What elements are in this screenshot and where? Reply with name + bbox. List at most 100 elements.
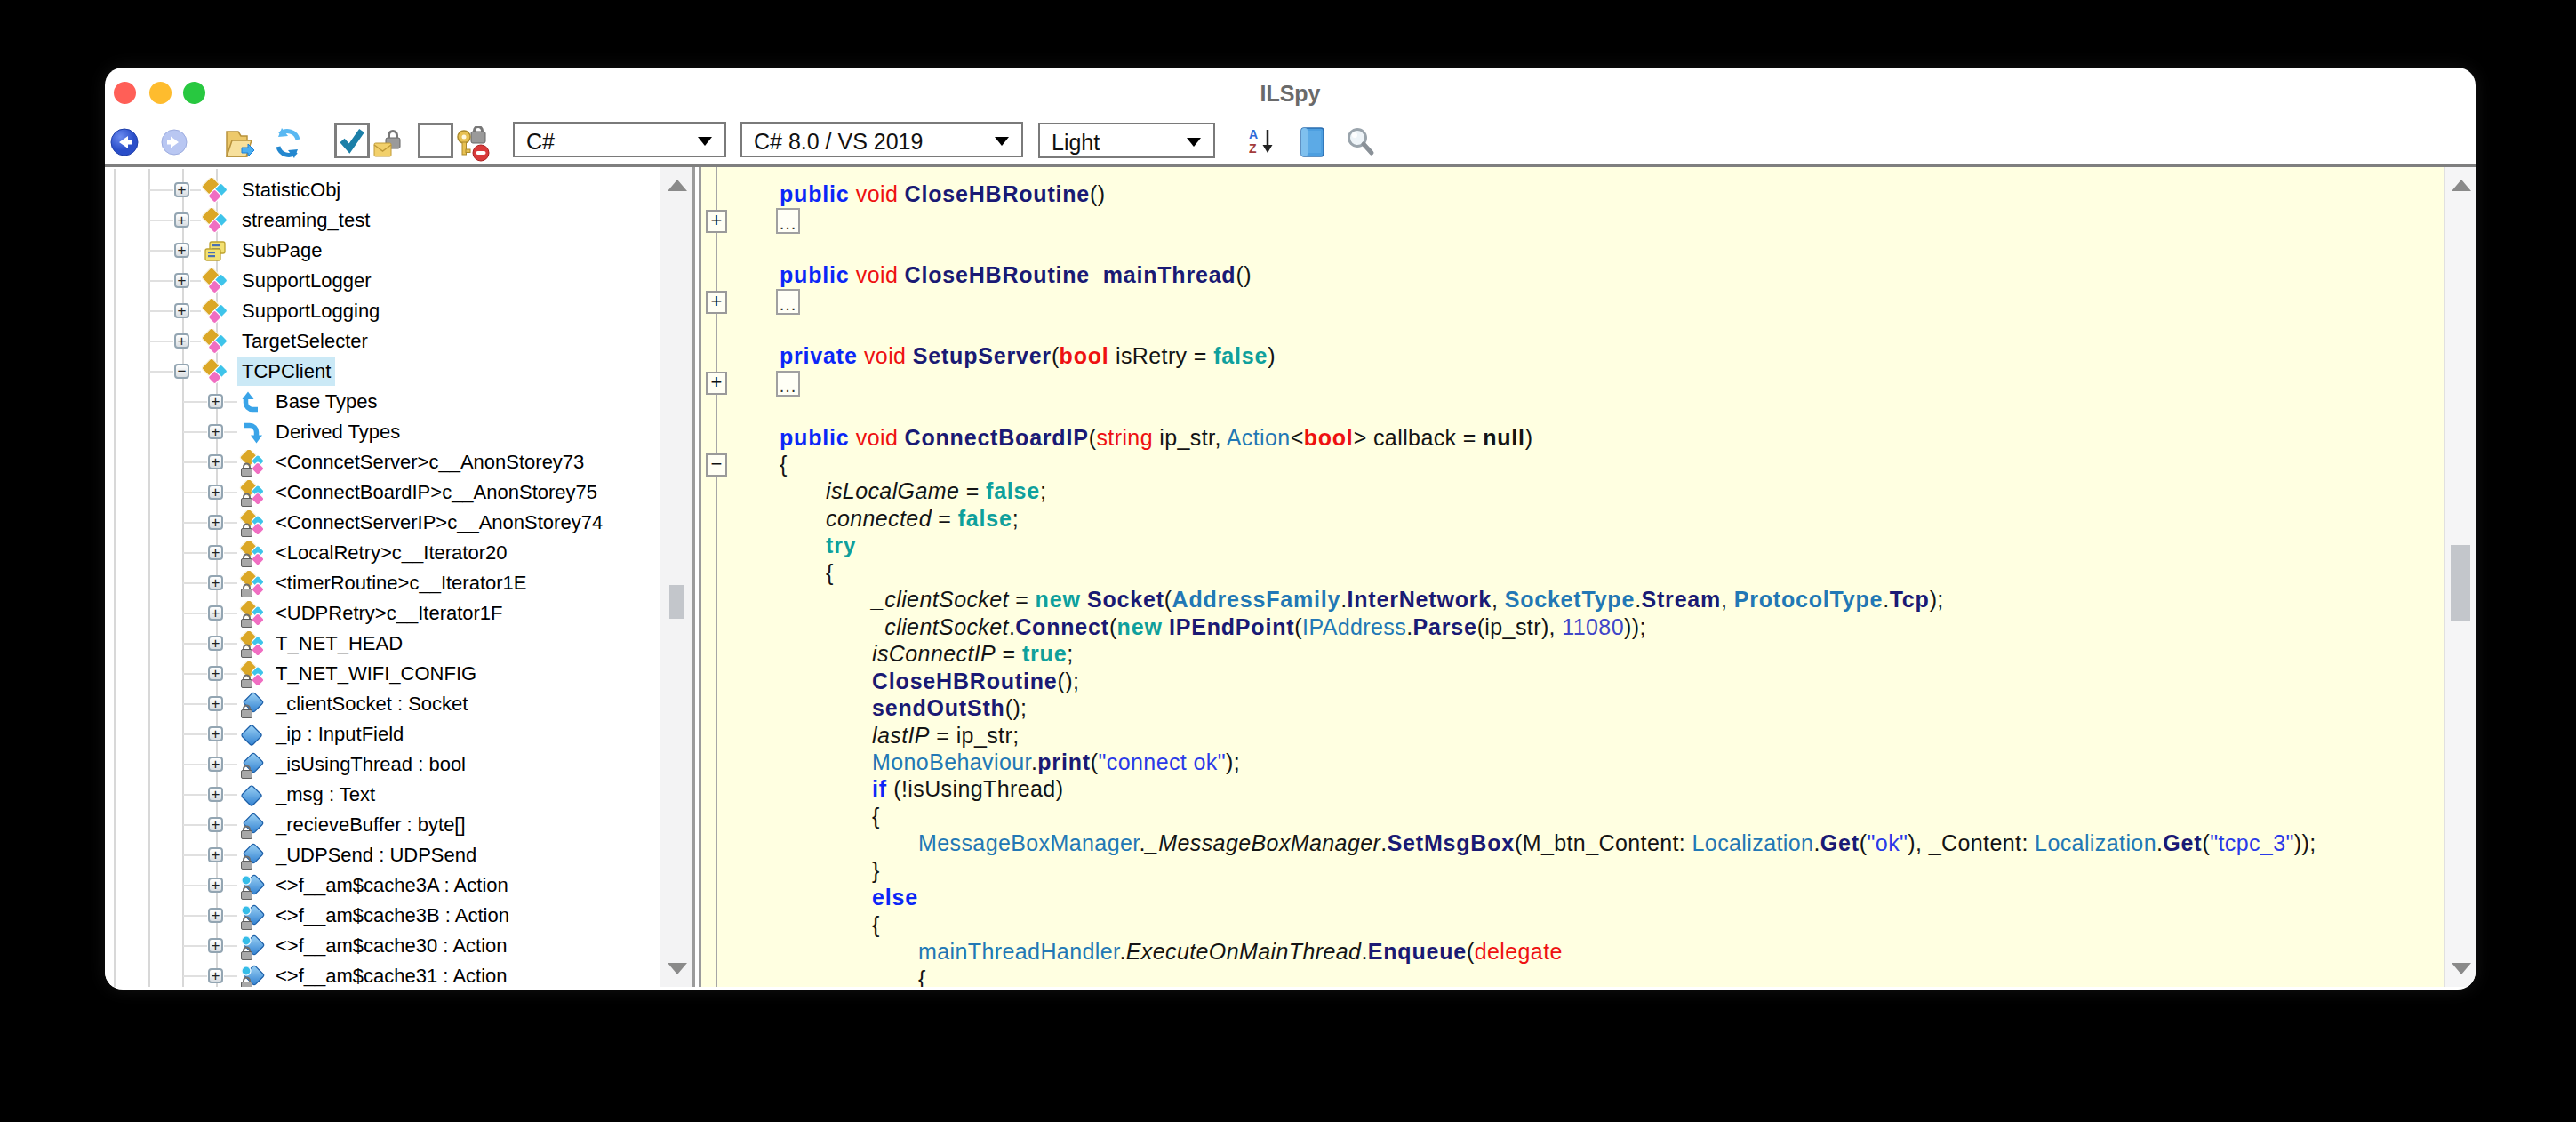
tree-item[interactable]: +SupportLogger	[105, 266, 660, 296]
tree-item-label: T_NET_HEAD	[271, 629, 407, 658]
tree-item[interactable]: −TCPClient	[105, 357, 660, 387]
tree-item[interactable]: +StatisticObj	[105, 175, 660, 205]
tree-item-label: <ConncetServer>c__AnonStorey73	[271, 447, 588, 477]
tree-expander[interactable]: +	[174, 212, 189, 228]
tree-item[interactable]: + T_NET_HEAD	[105, 629, 660, 659]
language-select[interactable]: C#	[513, 122, 726, 157]
tree-item[interactable]: +Derived Types	[105, 417, 660, 447]
tree-item[interactable]: + <ConncetServer>c__AnonStorey73	[105, 447, 660, 477]
open-folder-button[interactable]	[222, 126, 256, 160]
tree-item[interactable]: + <>f__am$cache30 : Action	[105, 931, 660, 961]
search-icon[interactable]	[1345, 126, 1378, 159]
tree-connector	[224, 824, 237, 826]
tree-expander[interactable]: +	[208, 545, 223, 560]
scroll-down-icon[interactable]	[2452, 963, 2471, 974]
tree-item[interactable]: +SubPage	[105, 236, 660, 266]
tree-expander[interactable]: +	[174, 303, 189, 318]
tree-expander[interactable]: +	[208, 394, 223, 409]
tree-item[interactable]: +<timerRoutine>c__Iterator1E	[105, 568, 660, 598]
code-scrollbar-thumb[interactable]	[2451, 545, 2470, 621]
tree-item[interactable]: + _recieveBuffer : byte[]	[105, 810, 660, 840]
field-icon	[238, 782, 265, 809]
tree-expander[interactable]: +	[208, 726, 223, 741]
field-lock-icon	[238, 752, 265, 779]
tree-item[interactable]: +<ConnectServerIP>c__AnonStorey74	[105, 508, 660, 538]
tree-item[interactable]: +_msg : Text	[105, 780, 660, 810]
class-icon	[202, 268, 228, 295]
tree-item[interactable]: +_ip : InputField	[105, 719, 660, 749]
tree-item[interactable]: +<LocalRetry>c__Iterator20	[105, 538, 660, 568]
tree-item[interactable]: +TargetSelecter	[105, 326, 660, 357]
tree-expander[interactable]: +	[208, 485, 223, 500]
tree-item-label: _recieveBuffer : byte[]	[271, 810, 470, 839]
tree-item[interactable]: +<>f__am$cache3B : Action	[105, 901, 660, 931]
code-line: lastIP = ip_str;	[701, 722, 2444, 749]
code-line: public void ConnectBoardIP(string ip_str…	[701, 424, 2444, 452]
tree-item[interactable]: +<UDPRetry>c__Iterator1F	[105, 598, 660, 629]
tree-item[interactable]: +<ConnectBoardIP>c__AnonStorey75	[105, 477, 660, 508]
refresh-button[interactable]	[271, 126, 305, 160]
back-button[interactable]	[110, 128, 139, 156]
key-lock-icon[interactable]	[456, 126, 490, 162]
language-version-select[interactable]: C# 8.0 / VS 2019	[740, 122, 1023, 157]
show-public-only-checkbox[interactable]	[334, 123, 370, 158]
collapsed-code-box[interactable]: ...	[776, 208, 800, 234]
tree-item[interactable]: +streaming_test	[105, 205, 660, 236]
code-scrollbar[interactable]	[2444, 167, 2476, 987]
tree-item[interactable]: +<>f__am$cache3A : Action	[105, 870, 660, 901]
scroll-down-icon[interactable]	[668, 963, 687, 974]
collapsed-code-box[interactable]: ...	[776, 371, 800, 397]
sort-az-icon[interactable]: AZ	[1249, 128, 1276, 155]
tree-expander[interactable]: +	[208, 424, 223, 439]
tree-expander[interactable]: +	[208, 847, 223, 862]
class-lock-icon	[238, 601, 265, 628]
panel-splitter[interactable]	[692, 167, 701, 987]
theme-select[interactable]: Light	[1038, 123, 1215, 158]
tree-expander[interactable]: +	[208, 696, 223, 711]
tree-expander[interactable]: +	[208, 938, 223, 953]
tree-expander[interactable]: +	[208, 575, 223, 590]
tree-connector	[224, 703, 237, 705]
tree-item[interactable]: +_UDPSend : UDPSend	[105, 840, 660, 870]
scroll-up-icon[interactable]	[668, 180, 687, 191]
tree-item[interactable]: +SupportLogging	[105, 296, 660, 326]
tree-expander[interactable]: −	[174, 364, 189, 379]
tree-expander[interactable]: +	[208, 908, 223, 923]
tree-expander[interactable]: +	[208, 515, 223, 530]
tree-expander[interactable]: +	[208, 878, 223, 893]
scroll-up-icon[interactable]	[2452, 180, 2471, 191]
base-icon	[238, 389, 265, 416]
tree-expander[interactable]: +	[208, 605, 223, 621]
tree-expander[interactable]: +	[208, 666, 223, 681]
field-icon	[238, 722, 265, 749]
tree-expander[interactable]: +	[208, 757, 223, 772]
tree-expander[interactable]: +	[174, 243, 189, 258]
tree-item[interactable]: +_clientSocket : Socket	[105, 689, 660, 719]
page-icon	[202, 238, 228, 265]
show-internal-api-checkbox[interactable]	[418, 123, 453, 158]
field-lock-icon	[238, 813, 265, 839]
tree-item-label: <>f__am$cache30 : Action	[271, 931, 512, 960]
mail-lock-icon[interactable]	[373, 129, 403, 161]
tree-expander[interactable]: +	[174, 333, 189, 349]
tree-expander[interactable]: +	[174, 182, 189, 197]
tree-expander[interactable]: +	[208, 787, 223, 802]
book-icon[interactable]	[1300, 126, 1326, 159]
tree-connector	[149, 341, 173, 342]
tree-expander[interactable]: +	[208, 817, 223, 832]
tree-expander[interactable]: +	[208, 454, 223, 469]
tree-scrollbar-thumb[interactable]	[669, 585, 684, 619]
tree-scrollbar[interactable]	[660, 167, 693, 987]
forward-button[interactable]	[161, 129, 188, 156]
collapsed-code-box[interactable]: ...	[776, 289, 800, 315]
tree-item[interactable]: +<>f__am$cache31 : Action	[105, 961, 660, 987]
tree-item[interactable]: +Base Types	[105, 387, 660, 417]
tree-connector	[224, 915, 237, 917]
tree-item[interactable]: +_isUsingThread : bool	[105, 749, 660, 780]
chevron-down-icon	[1187, 138, 1201, 147]
class-icon	[202, 178, 228, 204]
tree-expander[interactable]: +	[174, 273, 189, 288]
tree-expander[interactable]: +	[208, 636, 223, 651]
tree-item[interactable]: +T_NET_WIFI_CONFIG	[105, 659, 660, 689]
tree-expander[interactable]: +	[208, 968, 223, 983]
